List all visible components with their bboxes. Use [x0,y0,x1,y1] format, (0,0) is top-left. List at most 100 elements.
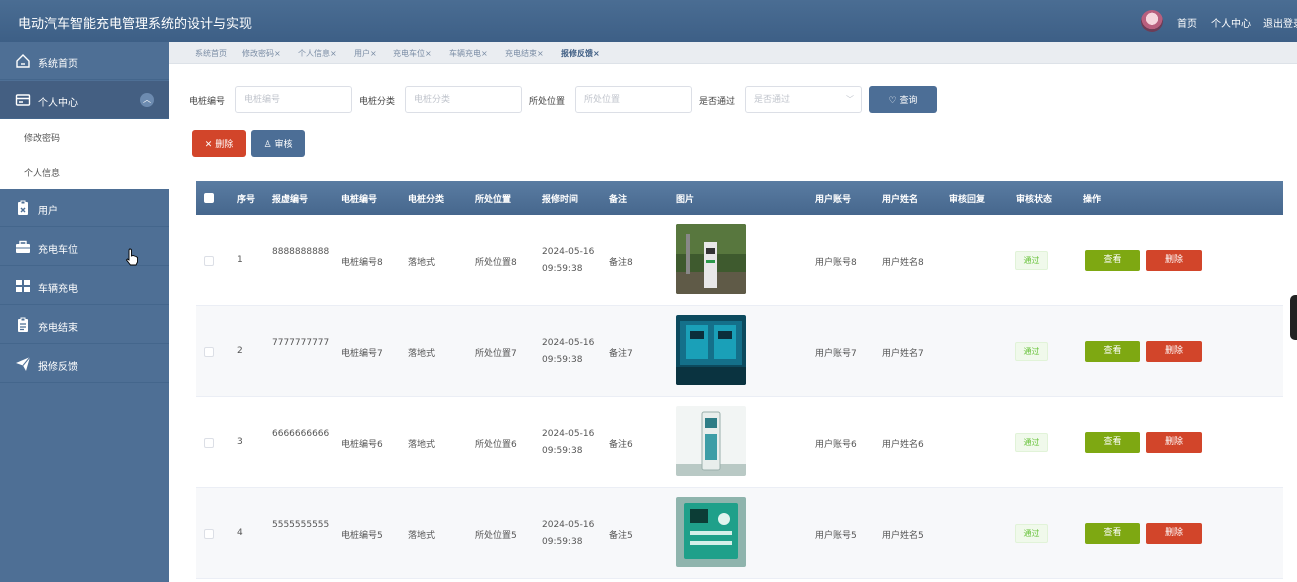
cell-pile-no: 电桩编号7 [341,349,383,359]
audit-button[interactable]: ♙ 审核 [251,130,305,157]
table-row: 1 8888888888 电桩编号8 落地式 所处位置8 2024-05-16 … [196,215,1283,306]
row-delete-button[interactable]: 删除 [1146,341,1202,362]
view-button[interactable]: 查看 [1085,432,1140,453]
tab-change-password[interactable]: 修改密码× [242,48,281,59]
charging-pile-photo[interactable] [676,406,746,476]
cell-index: 4 [237,528,243,538]
nav-profile-link[interactable]: 个人中心 [1211,15,1251,30]
tab-personal-info[interactable]: 个人信息× [298,48,337,59]
row-checkbox[interactable] [204,256,214,266]
cell-index: 3 [237,437,243,447]
sidebar-item-users[interactable]: 用户 [0,189,169,227]
tab-parking[interactable]: 充电车位× [393,48,432,59]
chevron-up-icon[interactable]: ︿ [140,93,154,107]
sidebar-item-label: 充电结束 [38,323,78,334]
cell-account: 用户账号5 [815,531,857,541]
cell-remark: 备注8 [609,258,633,268]
scroll-handle[interactable] [1290,295,1297,340]
charging-pile-photo[interactable] [676,224,746,294]
cell-account: 用户账号6 [815,440,857,450]
query-button[interactable]: ♡ 查询 [869,86,937,113]
pile-category-label: 电桩分类 [359,97,396,107]
approved-select[interactable] [745,86,862,113]
status-badge: 通过 [1015,251,1048,270]
submenu-label: 个人信息 [24,169,61,179]
tab-repair-feedback[interactable]: 报修反馈× [561,48,600,59]
row-checkbox[interactable] [204,347,214,357]
sidebar-item-repair-feedback[interactable]: 报修反馈 [0,345,169,383]
pile-no-label: 电桩编号 [189,97,226,107]
cell-name: 用户姓名5 [882,531,924,541]
table-row: 3 6666666666 电桩编号6 落地式 所处位置6 2024-05-16 … [196,397,1283,488]
cell-account: 用户账号8 [815,258,857,268]
col-actions: 操作 [1083,195,1102,205]
cell-location: 所处位置5 [475,531,517,541]
row-checkbox[interactable] [204,438,214,448]
cell-time: 2024-05-16 09:59:38 [542,247,595,274]
cell-category: 落地式 [408,440,436,450]
select-all-checkbox[interactable] [204,193,214,203]
cell-pile-no: 电桩编号6 [341,440,383,450]
sidebar-item-profile[interactable]: 个人中心 ︿ [0,81,169,119]
row-delete-button[interactable]: 删除 [1146,523,1202,544]
view-button[interactable]: 查看 [1085,341,1140,362]
col-reply: 审核回复 [949,195,986,205]
table-header: 序号 报虚编号 电桩编号 电桩分类 所处位置 报修时间 备注 图片 用户账号 用… [196,181,1283,215]
cell-remark: 备注7 [609,349,633,359]
grid-icon [16,280,30,292]
tab-users[interactable]: 用户× [354,48,377,59]
view-button[interactable]: 查看 [1085,250,1140,271]
pile-no-input[interactable] [235,86,352,113]
cell-account: 用户账号7 [815,349,857,359]
nav-home-link[interactable]: 首页 [1177,15,1197,30]
row-delete-button[interactable]: 删除 [1146,432,1202,453]
sidebar-item-label: 个人中心 [38,98,78,109]
view-button[interactable]: 查看 [1085,523,1140,544]
submenu-item-change-password[interactable]: 修改密码 [0,119,169,154]
status-badge: 通过 [1015,342,1048,361]
cell-index: 1 [237,255,243,265]
sidebar-item-charging-end[interactable]: 充电结束 [0,306,169,344]
cell-category: 落地式 [408,258,436,268]
col-account: 用户账号 [815,195,852,205]
table-row: 4 5555555555 电桩编号5 落地式 所处位置5 2024-05-16 … [196,488,1283,579]
clipboard-icon [18,317,28,332]
cell-report-no: 7777777777 [272,338,330,348]
cell-pile-no: 电桩编号8 [341,258,383,268]
chevron-down-icon: ﹀ [846,95,854,104]
app-header: 电动汽车智能充电管理系统的设计与实现 首页 个人中心 退出登录 [0,0,1297,42]
location-input[interactable] [575,86,692,113]
app-title: 电动汽车智能充电管理系统的设计与实现 [18,17,253,32]
col-status: 审核状态 [1016,195,1053,205]
tab-charging-end[interactable]: 充电结束× [505,48,544,59]
submenu-item-personal-info[interactable]: 个人信息 [0,154,169,189]
sidebar: 系统首页 个人中心 ︿ 修改密码 个人信息 用户 充电车位 车辆充电 充电结束 … [0,42,169,582]
charging-pile-photo[interactable] [676,497,746,567]
pile-category-input[interactable] [405,86,522,113]
row-delete-button[interactable]: 删除 [1146,250,1202,271]
sidebar-item-charging[interactable]: 车辆充电 [0,267,169,305]
cell-name: 用户姓名6 [882,440,924,450]
sidebar-item-parking[interactable]: 充电车位 [0,228,169,266]
nav-logout-link[interactable]: 退出登录 [1263,15,1297,30]
col-report-no: 报虚编号 [272,195,309,205]
cell-time: 2024-05-16 09:59:38 [542,520,595,547]
avatar[interactable] [1141,10,1163,32]
col-index: 序号 [237,195,256,205]
cell-location: 所处位置7 [475,349,517,359]
charging-pile-photo[interactable] [676,315,746,385]
table-row: 2 7777777777 电桩编号7 落地式 所处位置7 2024-05-16 … [196,306,1283,397]
tab-charging[interactable]: 车辆充电× [449,48,488,59]
batch-delete-button[interactable]: ✕ 删除 [192,130,246,157]
col-picture: 图片 [676,195,695,205]
id-card-icon [15,94,31,106]
tab-home[interactable]: 系统首页 [195,48,227,59]
cell-location: 所处位置8 [475,258,517,268]
sidebar-item-label: 车辆充电 [38,284,78,295]
sidebar-item-label: 充电车位 [38,245,78,256]
row-checkbox[interactable] [204,529,214,539]
sidebar-item-home[interactable]: 系统首页 [0,42,169,80]
sidebar-item-label: 报修反馈 [38,362,78,373]
cell-time: 2024-05-16 09:59:38 [542,429,595,456]
cell-remark: 备注5 [609,531,633,541]
